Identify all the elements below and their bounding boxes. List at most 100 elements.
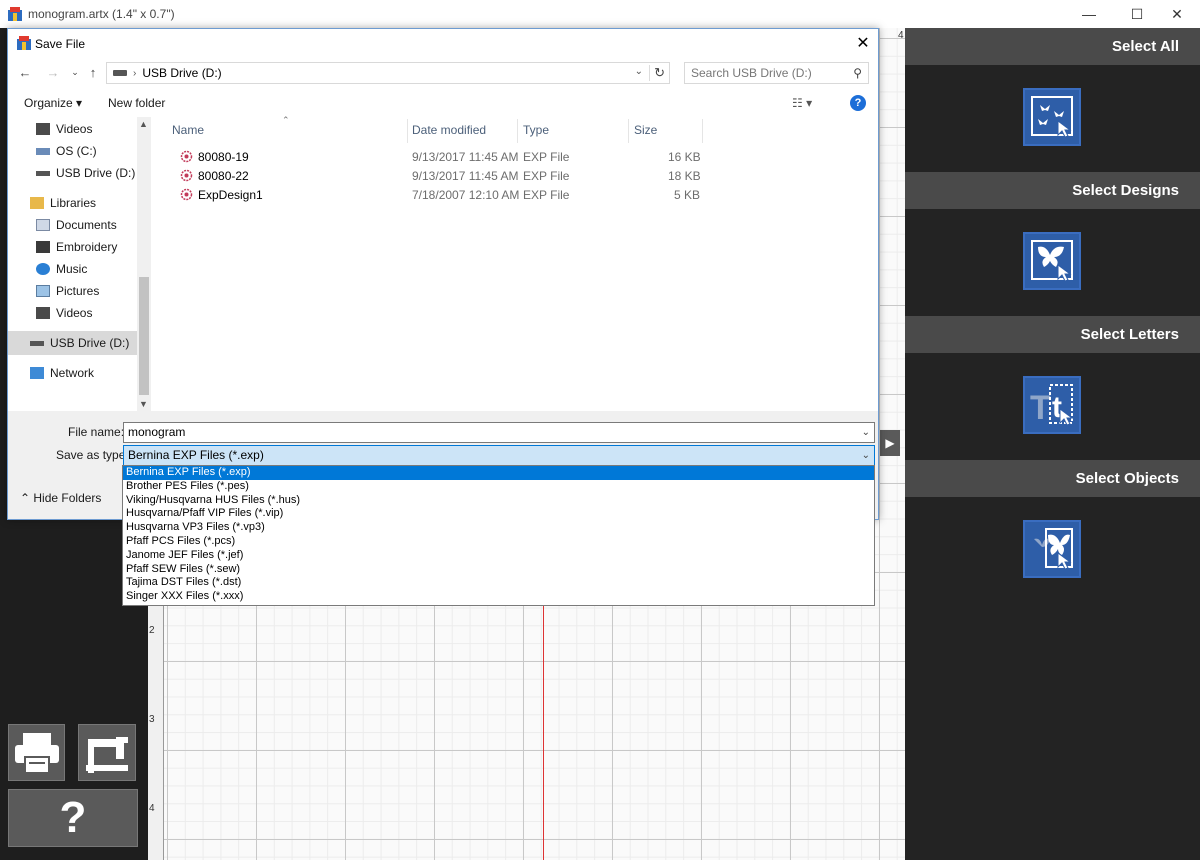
address-bar-row: ← → ⌄ ↑ › USB Drive (D:) ⌄ ↻ Search USB … bbox=[8, 59, 878, 87]
column-header-type[interactable]: Type bbox=[523, 123, 549, 143]
dropdown-option[interactable]: Pfaff PCS Files (*.pcs) bbox=[123, 535, 874, 549]
usb-drive-icon bbox=[36, 170, 50, 176]
chevron-down-icon[interactable]: ⌄ bbox=[862, 423, 870, 442]
dropdown-option[interactable]: Husqvarna VP3 Files (*.vp3) bbox=[123, 521, 874, 535]
nav-item-embroidery[interactable]: Embroidery bbox=[36, 237, 117, 257]
refresh-icon[interactable]: ↻ bbox=[649, 65, 665, 81]
scroll-down-icon[interactable]: ▼ bbox=[139, 399, 148, 409]
scroll-up-icon[interactable]: ▲ bbox=[139, 119, 148, 129]
embroidery-file-icon bbox=[180, 169, 193, 182]
dropdown-option[interactable]: Husqvarna/Pfaff VIP Files (*.vip) bbox=[123, 507, 874, 521]
search-icon: ⚲ bbox=[853, 66, 862, 80]
hide-folders-button[interactable]: ⌃ Hide Folders bbox=[20, 491, 101, 505]
send-to-machine-button[interactable] bbox=[78, 724, 136, 781]
nav-item-libraries[interactable]: Libraries bbox=[30, 193, 96, 213]
forward-arrow-icon[interactable]: → bbox=[44, 63, 62, 81]
music-icon bbox=[36, 263, 50, 275]
sewing-machine-icon bbox=[86, 736, 128, 773]
column-divider[interactable] bbox=[628, 119, 629, 143]
dropdown-option[interactable]: Viking/Husqvarna HUS Files (*.hus) bbox=[123, 494, 874, 508]
column-divider[interactable] bbox=[407, 119, 408, 143]
nav-item-network[interactable]: Network bbox=[30, 363, 94, 383]
select-objects-icon bbox=[1034, 528, 1073, 570]
expand-panel-button[interactable]: ▶ bbox=[880, 430, 900, 456]
dialog-close-button[interactable]: ✕ bbox=[852, 33, 874, 53]
pictures-icon bbox=[36, 285, 50, 297]
nav-scrollbar[interactable]: ▲ ▼ bbox=[137, 117, 151, 411]
dropdown-option[interactable]: Tajima DST Files (*.dst) bbox=[123, 576, 874, 590]
search-input[interactable]: Search USB Drive (D:) ⚲ bbox=[684, 62, 869, 84]
select-designs-header: Select Designs bbox=[905, 172, 1200, 209]
minimize-button[interactable]: — bbox=[1066, 0, 1112, 28]
save-file-dialog: Save File ✕ ← → ⌄ ↑ › USB Drive (D:) ⌄ ↻… bbox=[7, 28, 879, 520]
select-letters-button[interactable]: T t bbox=[1023, 376, 1081, 434]
organize-button[interactable]: Organize ▾ bbox=[24, 96, 82, 110]
dropdown-option[interactable]: Janome JEF Files (*.jef) bbox=[123, 549, 874, 563]
dialog-titlebar: Save File ✕ bbox=[8, 29, 878, 57]
chevron-down-icon[interactable]: ⌄ bbox=[862, 446, 870, 465]
file-row[interactable]: 80080-19 9/13/2017 11:45 AM EXP File 16 … bbox=[156, 147, 716, 167]
dropdown-option[interactable]: Pfaff SEW Files (*.sew) bbox=[123, 563, 874, 577]
dialog-help-icon[interactable]: ? bbox=[850, 95, 866, 111]
selection-panel: Select All Select Designs Select Letters… bbox=[905, 28, 1200, 860]
file-name-label: File name: bbox=[68, 425, 125, 439]
nav-item-usb-drive-root[interactable]: USB Drive (D:) bbox=[8, 331, 137, 355]
back-arrow-icon[interactable]: ← bbox=[16, 63, 34, 81]
nav-item-music[interactable]: Music bbox=[36, 259, 87, 279]
breadcrumb-chevron-icon: › bbox=[133, 67, 137, 79]
sort-ascending-icon: ⌃ bbox=[282, 115, 290, 125]
nav-item-pictures[interactable]: Pictures bbox=[36, 281, 99, 301]
usb-drive-icon bbox=[30, 340, 44, 346]
select-all-button[interactable] bbox=[1023, 88, 1081, 146]
recent-locations-chevron-icon[interactable]: ⌄ bbox=[66, 63, 84, 81]
nav-item-usb-drive[interactable]: USB Drive (D:) bbox=[36, 163, 135, 183]
save-type-label: Save as type: bbox=[56, 448, 129, 462]
column-divider[interactable] bbox=[517, 119, 518, 143]
libraries-icon bbox=[30, 197, 44, 209]
dropdown-option[interactable]: Brother PES Files (*.pes) bbox=[123, 480, 874, 494]
new-folder-button[interactable]: New folder bbox=[108, 96, 165, 110]
file-list: ⌃ Name Date modified Type Size 80080-19 … bbox=[156, 115, 878, 411]
address-dropdown-icon[interactable]: ⌄ bbox=[635, 66, 643, 77]
column-header-size[interactable]: Size bbox=[634, 123, 657, 143]
chevron-up-icon: ⌃ bbox=[20, 491, 34, 505]
app-logo-icon bbox=[8, 7, 22, 21]
svg-text:T: T bbox=[1030, 389, 1051, 427]
file-name-input[interactable]: monogram ⌄ bbox=[123, 422, 875, 443]
navigation-pane: Videos OS (C:) USB Drive (D:) Libraries … bbox=[8, 117, 151, 411]
select-all-header: Select All bbox=[905, 28, 1200, 65]
save-type-select[interactable]: Bernina EXP Files (*.exp) ⌄ bbox=[123, 445, 875, 466]
select-objects-header: Select Objects bbox=[905, 460, 1200, 497]
select-designs-button[interactable] bbox=[1023, 232, 1081, 290]
column-header-date[interactable]: Date modified bbox=[412, 123, 486, 143]
address-location[interactable]: USB Drive (D:) bbox=[142, 66, 221, 80]
nav-item-videos-library[interactable]: Videos bbox=[36, 303, 92, 323]
column-divider[interactable] bbox=[702, 119, 703, 143]
scroll-thumb[interactable] bbox=[139, 277, 149, 395]
help-button[interactable]: ? bbox=[8, 789, 138, 847]
top-ruler-number: 4 bbox=[898, 30, 904, 41]
app-title: monogram.artx (1.4" x 0.7") bbox=[28, 7, 175, 21]
window-close-button[interactable]: ✕ bbox=[1154, 0, 1200, 28]
video-folder-icon bbox=[36, 123, 50, 135]
view-options-icon[interactable]: ☷ ▾ bbox=[792, 96, 812, 110]
nav-item-videos[interactable]: Videos bbox=[36, 119, 92, 139]
save-type-dropdown-list: Bernina EXP Files (*.exp) Brother PES Fi… bbox=[122, 465, 875, 606]
select-objects-button[interactable] bbox=[1023, 520, 1081, 578]
file-row[interactable]: 80080-22 9/13/2017 11:45 AM EXP File 18 … bbox=[156, 166, 716, 186]
search-placeholder: Search USB Drive (D:) bbox=[691, 66, 812, 80]
address-bar[interactable]: › USB Drive (D:) ⌄ ↻ bbox=[106, 62, 670, 84]
network-icon bbox=[30, 367, 44, 379]
video-folder-icon bbox=[36, 307, 50, 319]
print-button[interactable] bbox=[8, 724, 65, 781]
column-header-name[interactable]: Name bbox=[172, 123, 204, 143]
nav-item-documents[interactable]: Documents bbox=[36, 215, 117, 235]
up-arrow-icon[interactable]: ↑ bbox=[84, 63, 102, 81]
dropdown-option[interactable]: Bernina EXP Files (*.exp) bbox=[123, 466, 874, 480]
question-mark-icon: ? bbox=[59, 793, 87, 842]
nav-item-os-c[interactable]: OS (C:) bbox=[36, 141, 97, 161]
dialog-title: Save File bbox=[35, 37, 86, 51]
app-titlebar: monogram.artx (1.4" x 0.7") — ☐ ✕ bbox=[0, 0, 1200, 28]
file-row[interactable]: ExpDesign1 7/18/2007 12:10 AM EXP File 5… bbox=[156, 185, 716, 205]
dropdown-option[interactable]: Singer XXX Files (*.xxx) bbox=[123, 590, 874, 604]
